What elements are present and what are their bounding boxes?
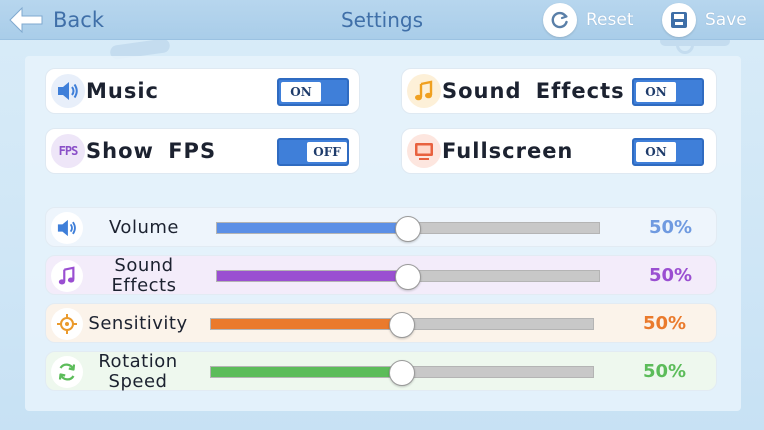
sound-effects-slider-row: Sound Effects 50% xyxy=(45,255,717,296)
rotation-speed-label: Rotation Speed xyxy=(98,351,178,392)
speaker-icon xyxy=(51,74,85,108)
fps-icon: FPS xyxy=(51,134,85,168)
sensitivity-fill xyxy=(211,319,402,329)
music-switch[interactable]: ON xyxy=(277,78,349,106)
switch-state: OFF xyxy=(307,142,347,162)
refresh-icon xyxy=(51,356,83,388)
show-fps-label: Show FPS xyxy=(86,139,217,163)
sound-effects-thumb[interactable] xyxy=(395,264,421,290)
rotation-speed-value: 50% xyxy=(643,361,687,382)
reset-button[interactable]: Reset xyxy=(543,3,634,37)
music-toggle-card: Music ON xyxy=(45,68,360,114)
rotation-speed-slider-row: Rotation Speed 50% xyxy=(45,351,717,392)
sound-effects-track[interactable] xyxy=(216,264,600,290)
rotation-speed-thumb[interactable] xyxy=(389,360,415,386)
volume-value: 50% xyxy=(649,217,693,238)
rotation-speed-track[interactable] xyxy=(210,360,594,386)
reset-icon xyxy=(543,3,577,37)
top-bar: Back Settings Reset Save xyxy=(0,0,764,40)
show-fps-switch[interactable]: OFF xyxy=(277,138,349,166)
sound-effects-slider-label: Sound Effects xyxy=(111,255,177,296)
reset-label: Reset xyxy=(586,10,634,30)
sensitivity-label: Sensitivity xyxy=(88,313,188,334)
save-button[interactable]: Save xyxy=(662,3,747,37)
sound-effects-switch[interactable]: ON xyxy=(632,78,704,106)
fullscreen-switch[interactable]: ON xyxy=(632,138,704,166)
volume-thumb[interactable] xyxy=(395,216,421,242)
sound-effects-value: 50% xyxy=(649,265,693,286)
rotation-speed-fill xyxy=(211,367,402,377)
switch-state: ON xyxy=(636,142,676,162)
speaker-icon xyxy=(51,212,83,244)
show-fps-toggle-card: FPS Show FPS OFF xyxy=(45,128,360,174)
page-title: Settings xyxy=(340,8,424,32)
sensitivity-thumb[interactable] xyxy=(389,312,415,338)
music-note-icon xyxy=(51,260,83,292)
sound-effects-fill xyxy=(217,271,408,281)
save-label: Save xyxy=(705,10,747,30)
sensitivity-slider-row: Sensitivity 50% xyxy=(45,303,717,343)
sensitivity-track[interactable] xyxy=(210,312,594,338)
target-icon xyxy=(51,308,83,340)
monitor-icon xyxy=(407,134,441,168)
switch-state: ON xyxy=(636,82,676,102)
volume-track[interactable] xyxy=(216,216,600,242)
save-icon xyxy=(662,3,696,37)
fullscreen-toggle-card: Fullscreen ON xyxy=(401,128,717,174)
music-label: Music xyxy=(86,79,159,103)
volume-label: Volume xyxy=(109,217,179,238)
sound-effects-label: Sound Effects xyxy=(442,79,625,103)
music-note-icon xyxy=(407,74,441,108)
volume-slider-row: Volume 50% xyxy=(45,207,717,247)
sound-effects-toggle-card: Sound Effects ON xyxy=(401,68,717,114)
sensitivity-value: 50% xyxy=(643,313,687,334)
fullscreen-label: Fullscreen xyxy=(442,139,574,163)
volume-fill xyxy=(217,223,408,233)
switch-state: ON xyxy=(281,82,321,102)
